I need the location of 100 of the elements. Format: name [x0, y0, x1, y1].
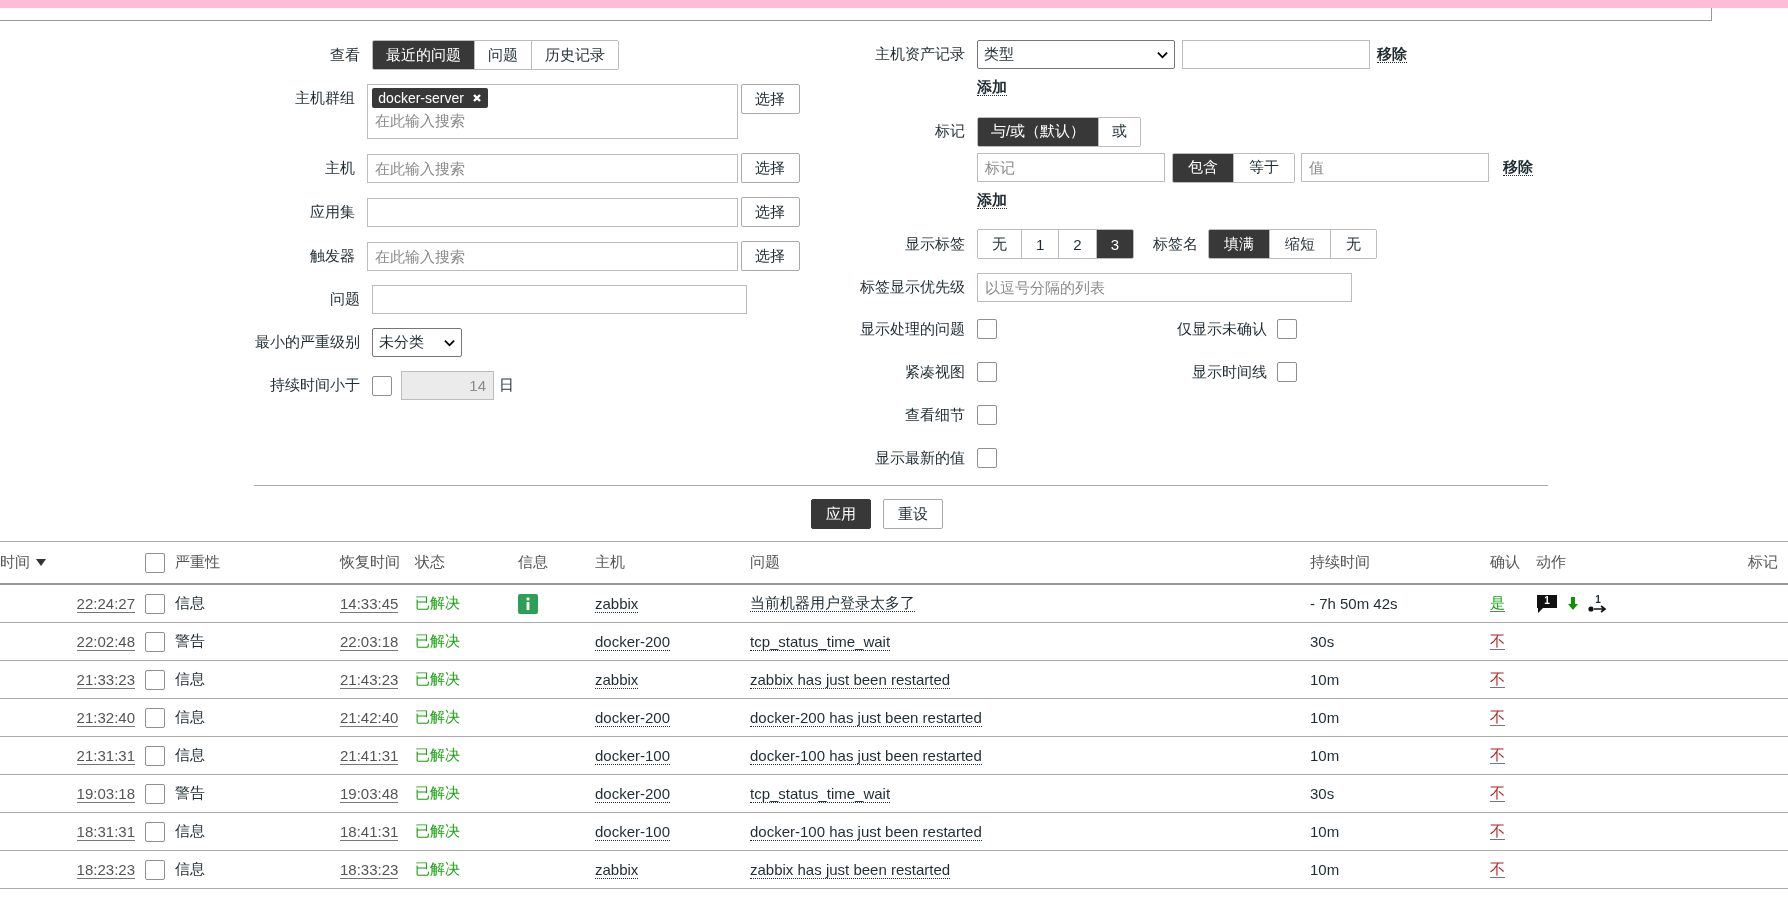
time-link[interactable]: 21:31:31 — [76, 747, 135, 765]
host-link[interactable]: docker-100 — [595, 747, 671, 765]
field-label: 问题 — [329, 290, 361, 309]
severity-text: 信息 — [175, 594, 205, 611]
problem-link[interactable]: zabbix has just been restarted — [750, 861, 951, 879]
row-checkbox[interactable] — [145, 669, 165, 690]
inventory-value-field[interactable] — [1182, 40, 1370, 69]
acknowledge-link[interactable]: 不 — [1490, 822, 1505, 840]
tag-count-tab[interactable]: 3 — [1095, 230, 1134, 258]
host-link[interactable]: zabbix — [595, 671, 639, 689]
severity-text: 警告 — [175, 632, 205, 649]
acknowledge-link[interactable]: 不 — [1490, 708, 1505, 726]
select-button[interactable]: 选择 — [740, 197, 800, 227]
row-checkbox[interactable] — [145, 821, 165, 842]
recovery-time-link[interactable]: 18:33:23 — [340, 861, 399, 879]
reset-button[interactable]: 重设 — [882, 499, 943, 529]
tag-field[interactable]: 标记 — [977, 153, 1165, 182]
column-header: 标记 — [1748, 553, 1778, 570]
row-checkbox[interactable] — [145, 707, 165, 728]
value-field[interactable]: 值 — [1301, 153, 1489, 182]
condition-tab[interactable]: 包含 — [1173, 153, 1233, 182]
row-checkbox[interactable] — [145, 745, 165, 766]
column-header: 状态 — [415, 553, 445, 570]
time-link[interactable]: 19:03:18 — [76, 785, 135, 803]
problem-link[interactable]: tcp_status_time_wait — [750, 785, 891, 803]
tag-priority-field[interactable]: 以逗号分隔的列表 — [977, 273, 1352, 302]
status-text: 已解决 — [415, 784, 460, 801]
problem-link[interactable]: 当前机器用户登录太多了 — [750, 594, 915, 612]
checkbox[interactable] — [1277, 362, 1297, 382]
column-header: 恢复时间 — [340, 553, 400, 570]
host-group-field[interactable]: docker-server 在此输入搜索 — [367, 84, 738, 139]
time-link[interactable]: 21:33:23 — [76, 671, 135, 689]
problem-link[interactable]: docker-100 has just been restarted — [750, 747, 982, 765]
host-link[interactable]: docker-200 — [595, 785, 671, 803]
acknowledge-link[interactable]: 不 — [1490, 632, 1505, 650]
acknowledge-link[interactable]: 不 — [1490, 746, 1505, 764]
acknowledge-link[interactable]: 不 — [1490, 860, 1505, 878]
trigger-field[interactable]: 在此输入搜索 — [367, 241, 738, 271]
problem-link[interactable]: tcp_status_time_wait — [750, 633, 891, 651]
remove-link[interactable]: 移除 — [1503, 159, 1533, 176]
info-icon[interactable] — [518, 593, 538, 614]
select-button[interactable]: 选择 — [740, 84, 800, 114]
operator-tab[interactable]: 或 — [1098, 117, 1141, 146]
recovery-time-link[interactable]: 21:41:31 — [340, 747, 399, 765]
problem-field[interactable] — [372, 285, 747, 314]
tag-name-tab[interactable]: 填满 — [1209, 230, 1270, 258]
column-header[interactable]: 时间 — [0, 553, 30, 570]
recovery-time-link[interactable]: 19:03:48 — [340, 785, 399, 803]
select-all-checkbox[interactable] — [145, 552, 165, 573]
time-link[interactable]: 18:31:31 — [76, 823, 135, 841]
problem-link[interactable]: docker-100 has just been restarted — [750, 823, 982, 841]
tag-name-tab[interactable]: 无 — [1330, 230, 1377, 258]
host-link[interactable]: docker-200 — [595, 633, 671, 651]
checkbox[interactable] — [977, 448, 997, 468]
recovery-time-link[interactable]: 21:42:40 — [340, 709, 399, 727]
checkbox[interactable] — [372, 375, 392, 396]
operator-tab[interactable]: 与/或（默认） — [978, 117, 1099, 146]
checkbox[interactable] — [1277, 319, 1297, 339]
row-checkbox[interactable] — [145, 859, 165, 880]
recovery-time-link[interactable]: 22:03:18 — [340, 633, 399, 651]
message-icon[interactable]: 1 — [1536, 593, 1558, 614]
remove-link[interactable]: 移除 — [1377, 46, 1407, 63]
checkbox[interactable] — [977, 405, 997, 425]
arrow-down-icon[interactable] — [1567, 596, 1579, 611]
option-label: 紧凑视图 — [904, 362, 966, 382]
acknowledge-link[interactable]: 不 — [1490, 784, 1505, 802]
application-field[interactable] — [367, 197, 738, 227]
problem-link[interactable]: docker-200 has just been restarted — [750, 709, 982, 727]
add-link[interactable]: 添加 — [977, 191, 1007, 209]
select-button[interactable]: 选择 — [740, 153, 800, 183]
time-link[interactable]: 18:23:23 — [76, 861, 135, 879]
row-checkbox[interactable] — [145, 593, 165, 614]
time-link[interactable]: 22:02:48 — [76, 633, 135, 651]
recovery-time-link[interactable]: 21:43:23 — [340, 671, 399, 689]
recovery-time-link[interactable]: 14:33:45 — [340, 595, 399, 613]
row-checkbox[interactable] — [145, 783, 165, 804]
problem-link[interactable]: zabbix has just been restarted — [750, 671, 951, 689]
checkbox[interactable] — [977, 362, 997, 382]
add-link[interactable]: 添加 — [977, 78, 1007, 96]
view-tab[interactable]: 历史记录 — [531, 41, 618, 69]
time-link[interactable]: 22:24:27 — [76, 595, 135, 613]
select-button[interactable]: 选择 — [740, 241, 800, 271]
severity-dropdown[interactable]: 未分类 — [372, 328, 462, 357]
checkbox[interactable] — [977, 319, 997, 339]
inventory-dropdown[interactable]: 类型 — [977, 40, 1175, 69]
view-tab[interactable]: 最近的问题 — [373, 41, 474, 69]
host-link[interactable]: docker-200 — [595, 709, 671, 727]
condition-tab[interactable]: 等于 — [1233, 153, 1294, 182]
host-link[interactable]: zabbix — [595, 595, 639, 613]
host-field[interactable]: 在此输入搜索 — [367, 153, 738, 183]
close-icon[interactable] — [471, 93, 482, 103]
time-link[interactable]: 21:32:40 — [76, 709, 135, 727]
severity-text: 警告 — [175, 784, 205, 801]
apply-button[interactable]: 应用 — [810, 499, 871, 529]
host-link[interactable]: docker-100 — [595, 823, 671, 841]
row-checkbox[interactable] — [145, 631, 165, 652]
acknowledge-link[interactable]: 不 — [1490, 670, 1505, 688]
recovery-time-link[interactable]: 18:41:31 — [340, 823, 399, 841]
host-link[interactable]: zabbix — [595, 861, 639, 879]
status-text: 已解决 — [415, 670, 460, 687]
